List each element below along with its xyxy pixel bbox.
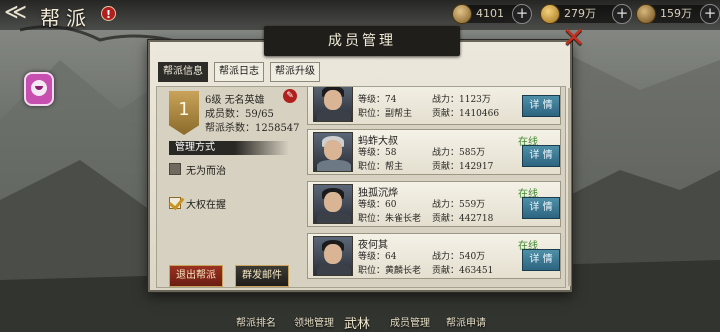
member-detail-button[interactable]: 详 情 xyxy=(522,145,560,167)
member-power: 战力：559万 xyxy=(432,200,486,210)
option-full-power-label: 大权在握 xyxy=(186,200,226,211)
nav-territory[interactable]: 领地管理 xyxy=(294,314,334,329)
bottom-nav: 帮派排名 领地管理 武林 成员管理 帮派申请 xyxy=(230,296,510,332)
alert-icon[interactable]: ! xyxy=(101,6,116,21)
add-ingot-button[interactable]: + xyxy=(512,4,532,24)
resource-copper: 159万 + xyxy=(636,4,720,24)
member-contrib: 贡献：442718 xyxy=(432,214,494,224)
member-contrib: 贡献：142917 xyxy=(432,162,494,172)
member-avatar xyxy=(313,132,353,172)
option-no-rule-label: 无为而治 xyxy=(186,166,226,177)
member-card: 独孤沉烨 在线 等级：60 战力：559万 职位：朱雀长老 贡献：442718 … xyxy=(307,181,561,227)
member-title: 职位：黄麟长老 xyxy=(358,266,422,276)
checkbox-full-power[interactable] xyxy=(169,197,181,209)
member-title: 职位：帮主 xyxy=(358,162,404,172)
member-card: 蚂蚱大叔 在线 等级：58 战力：585万 职位：帮主 贡献：142917 详 … xyxy=(307,129,561,175)
member-title: 职位：朱雀长老 xyxy=(358,214,422,224)
guild-info: 1 6级 无名英雄 ✎ 成员数：59/65 帮派杀数：1258547 xyxy=(161,89,300,139)
guild-kill-count: 帮派杀数：1258547 xyxy=(205,123,300,134)
resource-ingot-value: 4101 xyxy=(476,7,504,20)
edit-name-icon[interactable]: ✎ xyxy=(283,89,297,103)
nav-wulin[interactable]: 武林 xyxy=(344,313,370,332)
member-level: 等级：58 xyxy=(358,148,397,158)
member-level: 等级：64 xyxy=(358,252,397,262)
mass-mail-button[interactable]: 群发邮件 xyxy=(235,265,289,287)
content-panel: 1 6级 无名英雄 ✎ 成员数：59/65 帮派杀数：1258547 管理方式 … xyxy=(156,86,566,288)
member-detail-button[interactable]: 详 情 xyxy=(522,197,560,219)
event-mascot-icon[interactable] xyxy=(24,72,54,106)
tab-guild-log[interactable]: 帮派日志 xyxy=(214,62,264,82)
add-coin-button[interactable]: + xyxy=(612,4,632,24)
add-copper-button[interactable]: + xyxy=(700,4,720,24)
member-card: 夜何其 在线 等级：64 战力：540万 职位：黄麟长老 贡献：463451 详… xyxy=(307,233,561,279)
guild-level-badge: 1 xyxy=(169,91,199,135)
copper-icon xyxy=(636,4,656,24)
nav-guild-apply[interactable]: 帮派申请 xyxy=(446,314,486,329)
tab-guild-info[interactable]: 帮派信息 xyxy=(158,62,208,82)
resource-copper-value: 159万 xyxy=(660,7,692,20)
member-avatar xyxy=(313,236,353,276)
back-arrow-icon[interactable]: ≪ xyxy=(4,2,38,25)
member-detail-button[interactable]: 详 情 xyxy=(522,95,560,117)
tab-guild-upgrade[interactable]: 帮派升级 xyxy=(270,62,320,82)
member-list[interactable]: 等级：74 战力：1123万 职位：副帮主 贡献：1410466 详 情 蚂蚱大… xyxy=(303,87,565,287)
dialog-title: 成员管理 xyxy=(328,33,396,49)
ingot-icon xyxy=(452,4,472,24)
guild-member-count: 成员数：59/65 xyxy=(205,109,274,120)
guild-name-line: 6级 无名英雄 xyxy=(205,91,265,106)
dialog-title-band: 成员管理 xyxy=(264,26,460,56)
mascot-face-icon xyxy=(31,80,47,96)
member-power: 战力：540万 xyxy=(432,252,486,262)
guild-level-number: 1 xyxy=(178,99,190,120)
member-avatar xyxy=(313,184,353,224)
member-contrib: 贡献：1410466 xyxy=(432,109,500,119)
member-detail-button[interactable]: 详 情 xyxy=(522,249,560,271)
member-level: 等级：60 xyxy=(358,200,397,210)
member-card: 等级：74 战力：1123万 职位：副帮主 贡献：1410466 详 情 xyxy=(307,87,561,125)
member-title: 职位：副帮主 xyxy=(358,109,413,119)
resource-coin-value: 279万 xyxy=(564,7,596,20)
resource-ingot: 4101 + xyxy=(452,4,532,24)
member-avatar xyxy=(313,87,353,122)
resource-coin: 279万 + xyxy=(540,4,632,24)
coin-icon xyxy=(540,4,560,24)
member-power: 战力：1123万 xyxy=(432,95,491,105)
close-icon[interactable]: ✕ xyxy=(562,24,588,52)
member-level: 等级：74 xyxy=(358,95,397,105)
manage-mode-label: 管理方式 xyxy=(169,141,289,155)
nav-member-manage[interactable]: 成员管理 xyxy=(390,314,430,329)
member-management-dialog: 成员管理 ✕ 帮派信息 帮派日志 帮派升级 1 6级 无名英雄 ✎ 成员数：59… xyxy=(148,24,585,292)
leave-guild-button[interactable]: 退出帮派 xyxy=(169,265,223,287)
member-list-scrollbar[interactable] xyxy=(568,88,571,286)
member-contrib: 贡献：463451 xyxy=(432,266,494,276)
member-power: 战力：585万 xyxy=(432,148,486,158)
nav-guild-ranking[interactable]: 帮派排名 xyxy=(236,314,276,329)
checkbox-no-rule[interactable] xyxy=(169,163,181,175)
screen-title: 帮派 xyxy=(40,6,92,30)
